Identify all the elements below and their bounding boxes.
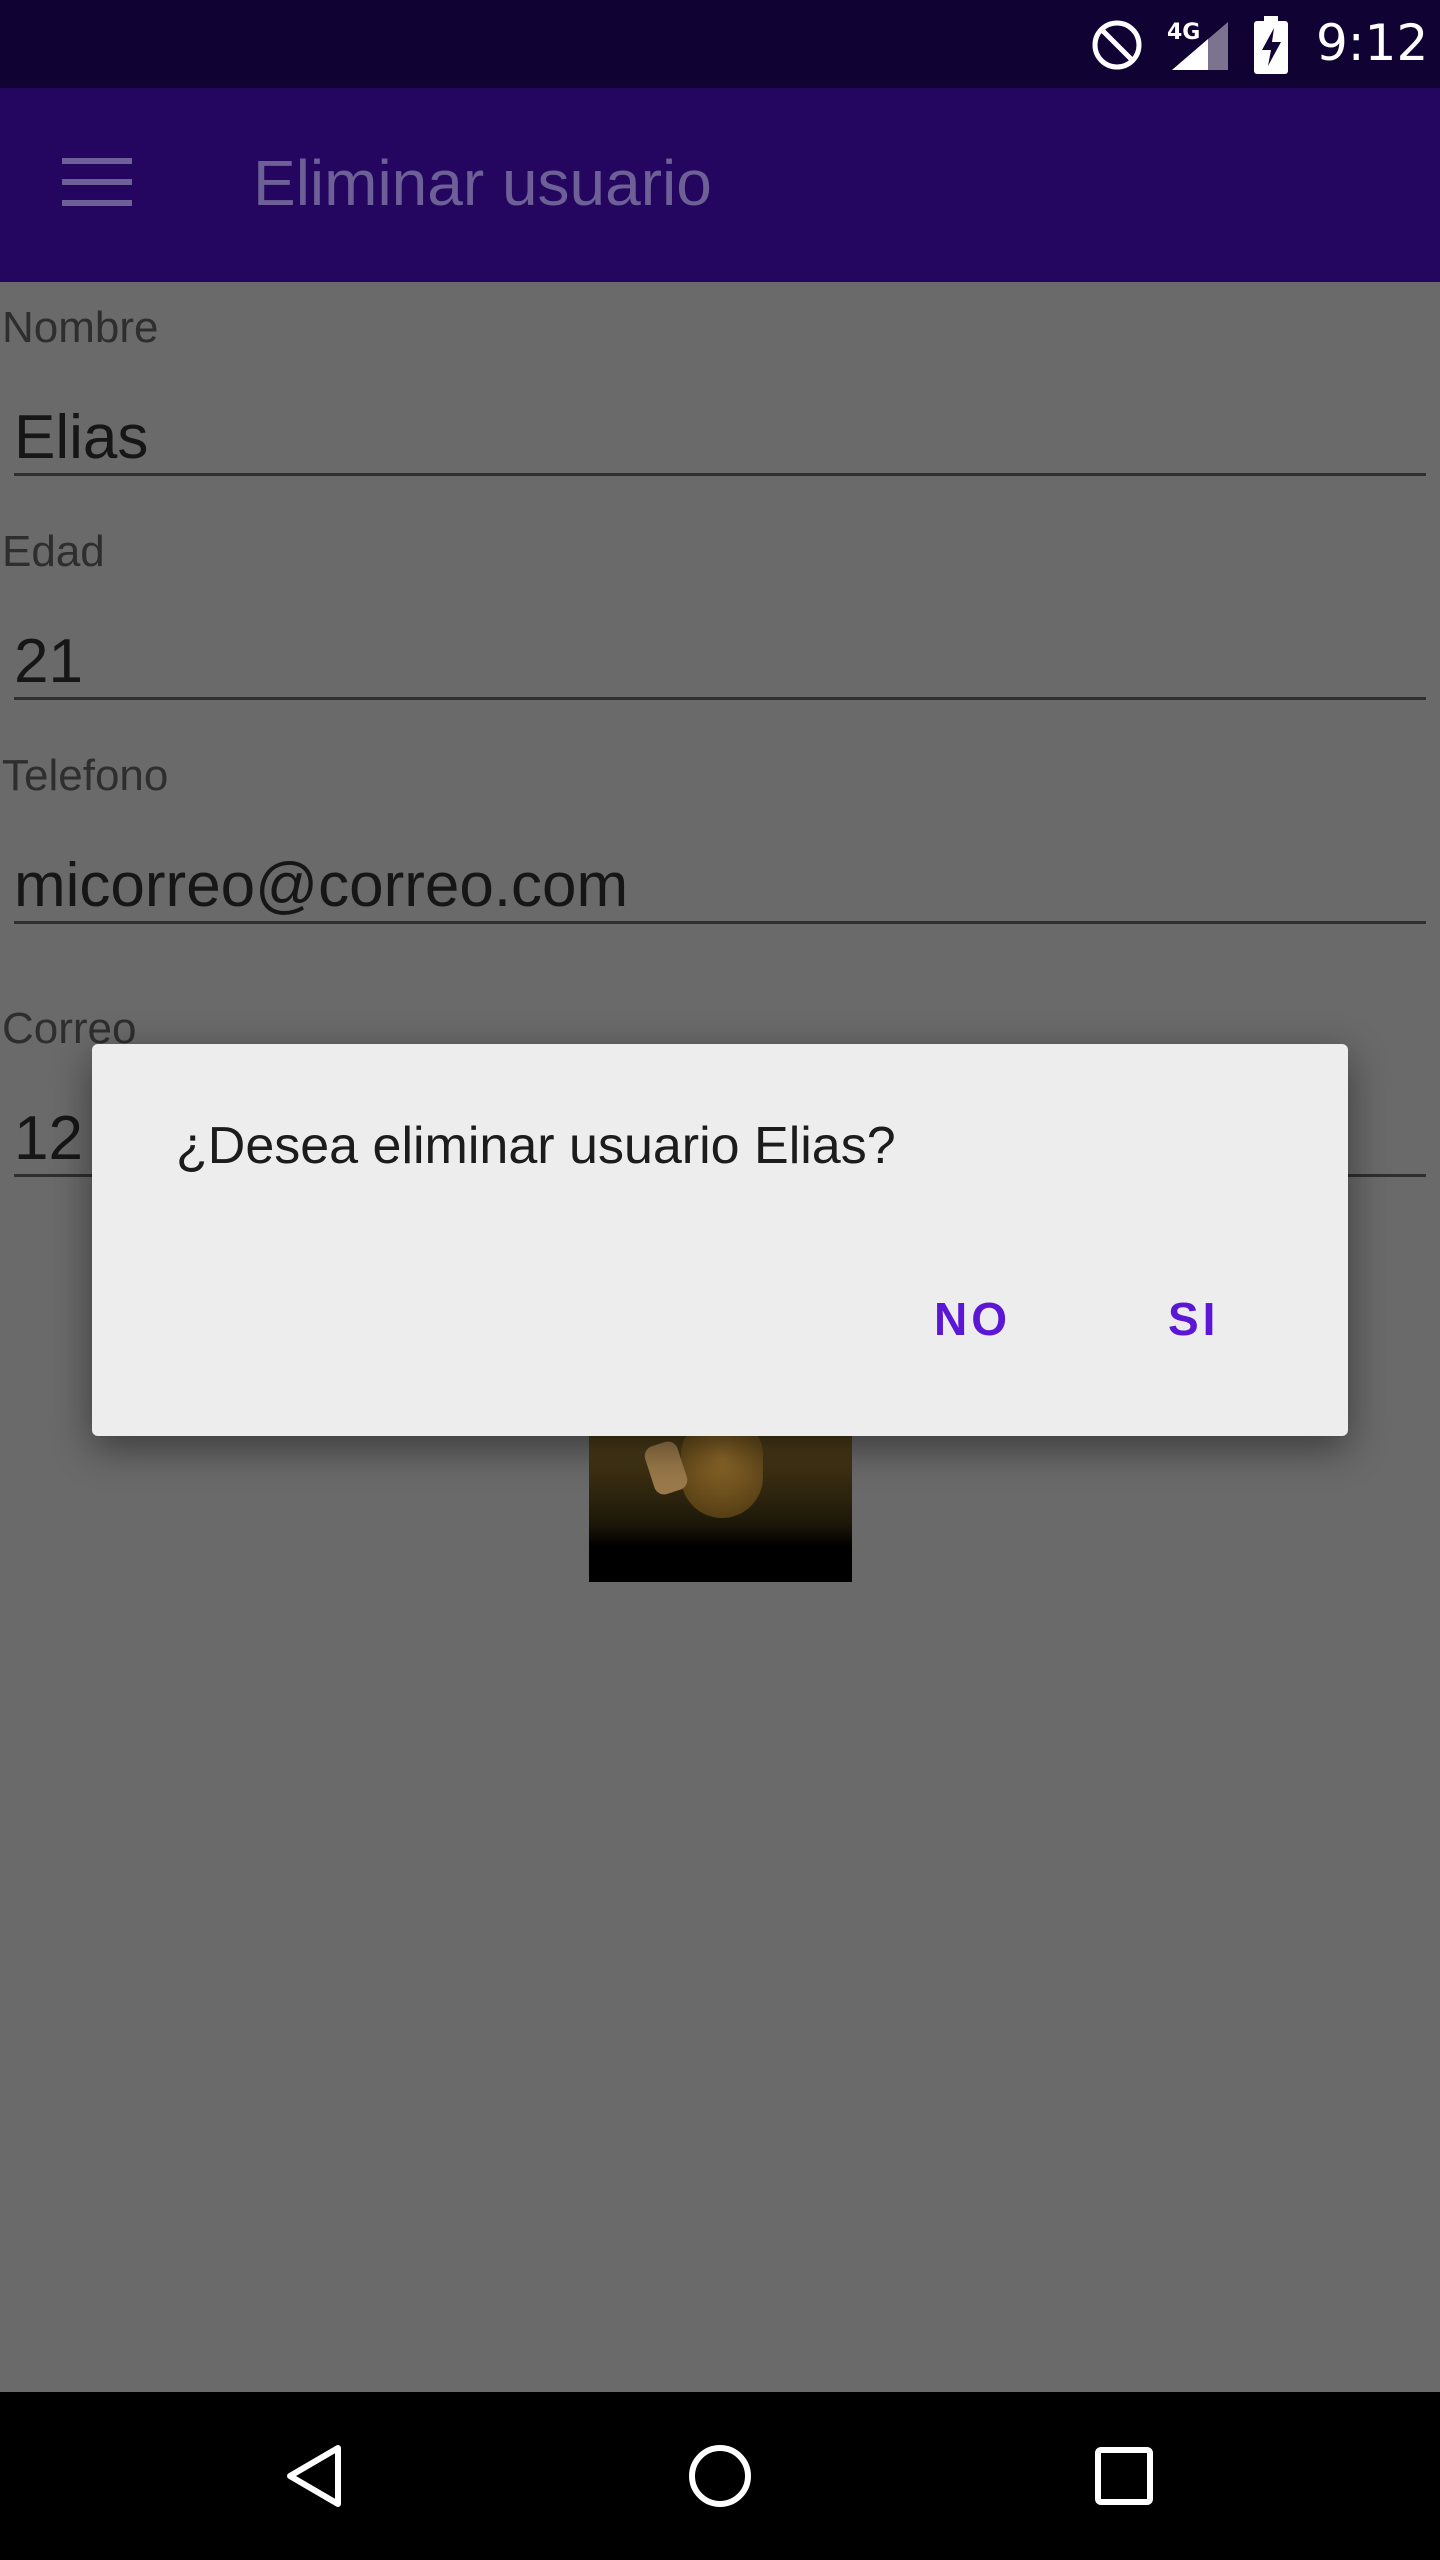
edad-field[interactable] — [14, 627, 1426, 700]
page-title: Eliminar usuario — [253, 147, 712, 219]
home-icon[interactable] — [684, 2440, 756, 2512]
telefono-field[interactable] — [14, 851, 1426, 924]
status-bar: 4G 9:12 — [0, 0, 1440, 88]
dialog-message: ¿Desea eliminar usuario Elias? — [176, 1117, 896, 1175]
battery-charging-icon — [1254, 16, 1288, 74]
telefono-label: Telefono — [2, 751, 169, 800]
app-bar: Eliminar usuario — [0, 88, 1440, 282]
status-clock: 9:12 — [1316, 14, 1429, 72]
hamburger-menu-icon[interactable] — [62, 158, 132, 208]
back-icon[interactable] — [280, 2440, 352, 2512]
nombre-label: Nombre — [2, 303, 159, 352]
nombre-field[interactable] — [14, 403, 1426, 476]
recents-icon[interactable] — [1088, 2440, 1160, 2512]
signal-icon — [1172, 22, 1228, 70]
no-button[interactable]: NO — [934, 1292, 1011, 1346]
confirm-delete-dialog: ¿Desea eliminar usuario Elias? NO SI — [92, 1044, 1348, 1436]
do-not-disturb-icon — [1092, 20, 1142, 70]
si-button[interactable]: SI — [1168, 1292, 1219, 1346]
navigation-bar — [0, 2392, 1440, 2560]
edad-label: Edad — [2, 527, 105, 576]
